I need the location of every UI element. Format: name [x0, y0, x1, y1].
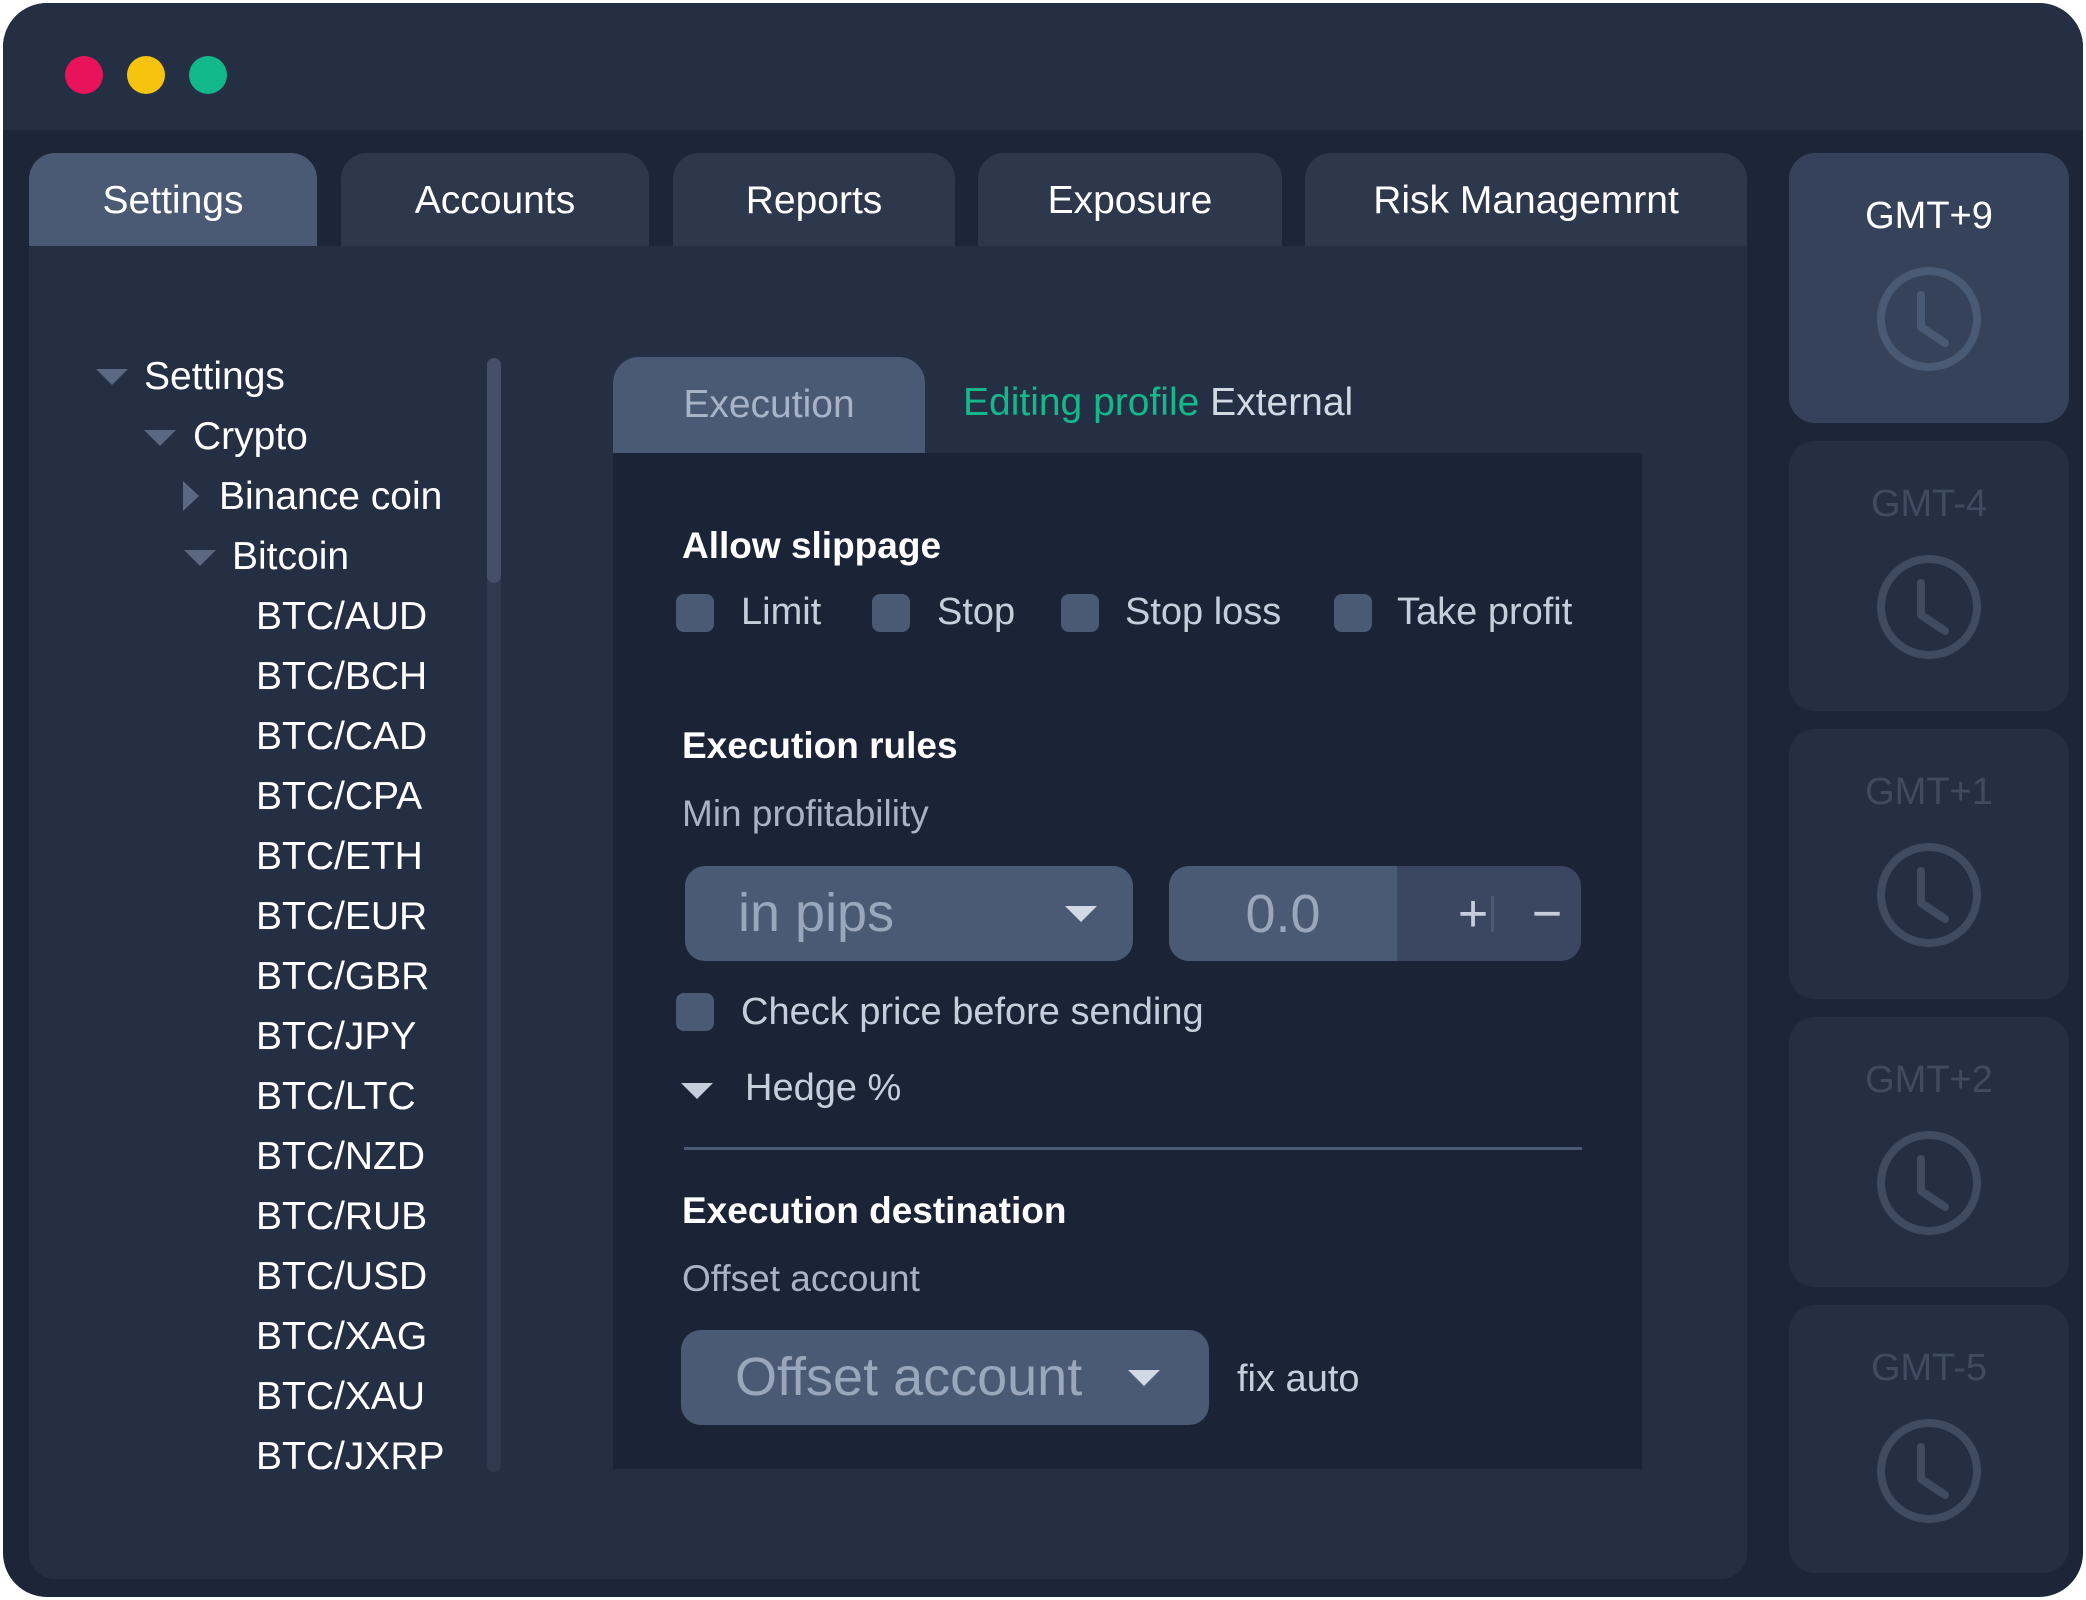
stop-loss-label: Stop loss — [1125, 591, 1282, 633]
min-profitability-value[interactable]: 0.0 — [1169, 866, 1397, 961]
offset-account-select[interactable]: Offset account — [681, 1330, 1209, 1425]
title-bar — [3, 3, 2083, 130]
take-profit-checkbox[interactable] — [1334, 594, 1372, 632]
chevron-down-icon — [1065, 906, 1097, 922]
minimize-window-button[interactable] — [127, 56, 165, 94]
min-profitability-label: Min profitability — [682, 793, 929, 834]
tree-item-pair[interactable]: BTC/EUR — [256, 893, 427, 941]
tree-item-pair[interactable]: BTC/ETH — [256, 833, 423, 881]
timezone-card-gmt-plus-1[interactable]: GMT+1 — [1789, 729, 2069, 999]
tab-reports[interactable]: Reports — [673, 153, 955, 249]
offset-account-label: Offset account — [682, 1258, 920, 1299]
stepper-separator — [1491, 896, 1494, 932]
maximize-window-button[interactable] — [189, 56, 227, 94]
close-window-button[interactable] — [65, 56, 103, 94]
stop-label: Stop — [937, 591, 1016, 633]
tab-execution[interactable]: Execution — [613, 357, 925, 453]
increment-button[interactable]: + — [1443, 866, 1503, 961]
timezone-card-gmt-plus-9[interactable]: GMT+9 — [1789, 153, 2069, 423]
tab-risk-management[interactable]: Risk Managemrnt — [1305, 153, 1747, 249]
tree-item-bitcoin[interactable]: Bitcoin — [232, 533, 349, 581]
check-price-label: Check price before sending — [741, 991, 1204, 1033]
app-window: Settings Accounts Reports Exposure Risk … — [3, 3, 2083, 1597]
editing-profile-label: Editing profile External — [963, 377, 1353, 429]
tree-item-pair[interactable]: BTC/BCH — [256, 653, 427, 701]
execution-destination-heading: Execution destination — [682, 1190, 1067, 1231]
execution-rules-heading: Execution rules — [682, 725, 958, 766]
tree-item-pair[interactable]: BTC/AUD — [256, 593, 427, 641]
offset-account-value: Offset account — [735, 1347, 1083, 1407]
tree-item-pair[interactable]: BTC/RUB — [256, 1193, 427, 1241]
timezone-card-gmt-minus-4[interactable]: GMT-4 — [1789, 441, 2069, 711]
tab-accounts[interactable]: Accounts — [341, 153, 649, 249]
clock-icon — [1877, 1131, 1981, 1235]
fix-auto-label: fix auto — [1237, 1358, 1360, 1400]
tree-item-pair[interactable]: BTC/XAG — [256, 1313, 427, 1361]
timezone-label: GMT+2 — [1865, 1059, 1993, 1101]
timezone-label: GMT-5 — [1870, 1347, 1988, 1389]
timezone-label: GMT-4 — [1870, 483, 1988, 525]
check-price-checkbox[interactable] — [676, 993, 714, 1031]
chevron-down-icon — [1128, 1370, 1160, 1386]
triangle-down-icon[interactable] — [184, 550, 216, 566]
triangle-down-icon[interactable] — [144, 430, 176, 446]
tree-item-pair[interactable]: BTC/CPA — [256, 773, 422, 821]
tree-scrollbar-thumb[interactable] — [487, 358, 501, 583]
tab-settings[interactable]: Settings — [29, 153, 317, 249]
pips-unit-value: in pips — [738, 883, 895, 943]
clock-icon — [1877, 555, 1981, 659]
decrement-button[interactable]: − — [1517, 866, 1577, 961]
clock-icon — [1877, 1419, 1981, 1523]
tree-item-pair[interactable]: BTC/GBR — [256, 953, 429, 1001]
min-profitability-stepper[interactable]: 0.0 + − — [1169, 866, 1581, 961]
tree-item-pair[interactable]: BTC/LTC — [256, 1073, 416, 1121]
tab-exposure[interactable]: Exposure — [978, 153, 1282, 249]
tree-item-pair[interactable]: BTC/JPY — [256, 1013, 416, 1061]
timezone-card-gmt-minus-5[interactable]: GMT-5 — [1789, 1305, 2069, 1573]
take-profit-label: Take profit — [1397, 591, 1573, 633]
tree-item-pair[interactable]: BTC/JXRP — [256, 1433, 445, 1481]
triangle-down-icon[interactable] — [681, 1083, 713, 1099]
tree-item-pair[interactable]: BTC/USD — [256, 1253, 427, 1301]
limit-checkbox[interactable] — [676, 594, 714, 632]
tree-item-pair[interactable]: BTC/XAU — [256, 1373, 425, 1421]
timezone-label: GMT+9 — [1865, 195, 1993, 237]
tree-item-pair[interactable]: BTC/NZD — [256, 1133, 425, 1181]
tree-item-settings[interactable]: Settings — [144, 353, 285, 401]
tree-item-crypto[interactable]: Crypto — [193, 413, 308, 461]
limit-label: Limit — [741, 591, 822, 633]
triangle-right-icon[interactable] — [183, 481, 199, 511]
timezone-card-gmt-plus-2[interactable]: GMT+2 — [1789, 1017, 2069, 1287]
tree-item-binance-coin[interactable]: Binance coin — [219, 473, 442, 521]
timezone-label: GMT+1 — [1865, 771, 1993, 813]
pips-unit-select[interactable]: in pips — [685, 866, 1133, 961]
tree-item-pair[interactable]: BTC/CAD — [256, 713, 427, 761]
hedge-label[interactable]: Hedge % — [745, 1064, 901, 1112]
clock-icon — [1877, 267, 1981, 371]
clock-icon — [1877, 843, 1981, 947]
stop-loss-checkbox[interactable] — [1061, 594, 1099, 632]
editing-profile-prefix: Editing profile — [963, 381, 1200, 424]
allow-slippage-heading: Allow slippage — [682, 525, 942, 566]
editing-profile-name: External — [1210, 381, 1354, 424]
stop-checkbox[interactable] — [872, 594, 910, 632]
section-divider — [684, 1147, 1582, 1150]
triangle-down-icon[interactable] — [96, 369, 128, 385]
